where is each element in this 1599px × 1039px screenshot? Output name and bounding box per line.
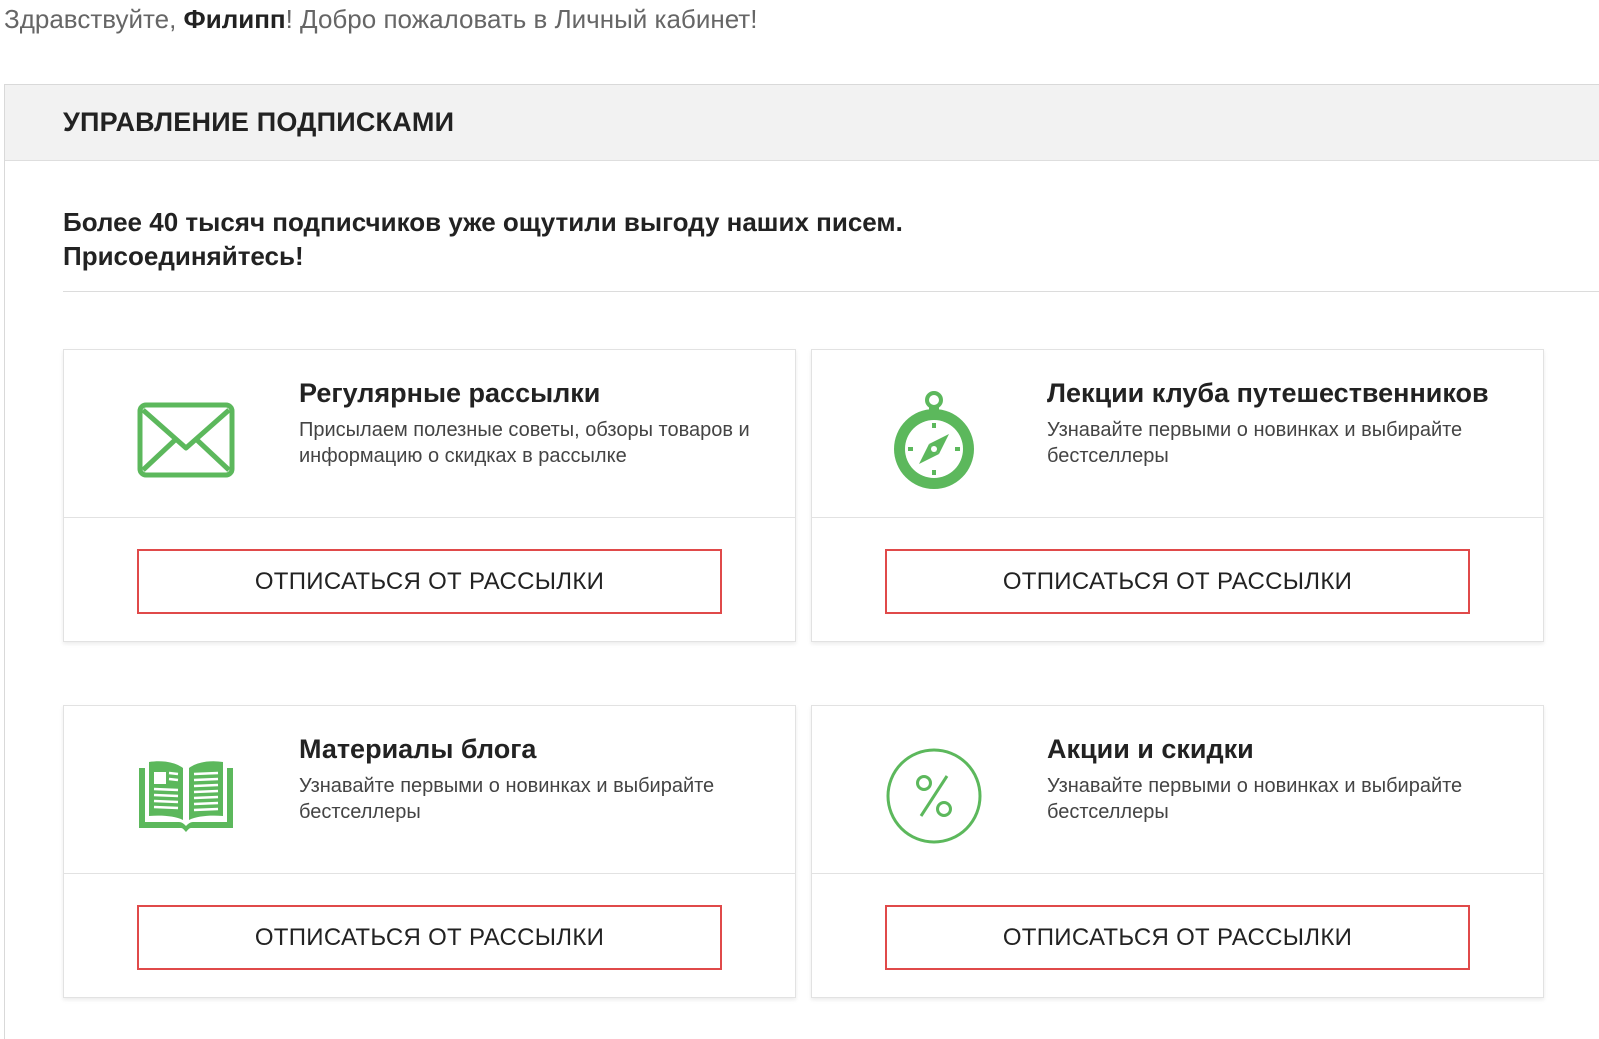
- percent-icon: [884, 746, 984, 846]
- greeting-prefix: Здравствуйте,: [4, 4, 184, 34]
- intro-line-2: Присоединяйтесь!: [63, 241, 304, 271]
- subscription-card-promotions: Акции и скидки Узнавайте первыми о новин…: [811, 705, 1544, 998]
- intro-text: Более 40 тысяч подписчиков уже ощутили в…: [63, 205, 1463, 273]
- card-top: Акции и скидки Узнавайте первыми о новин…: [812, 706, 1543, 874]
- intro-line-1: Более 40 тысяч подписчиков уже ощутили в…: [63, 207, 903, 237]
- panel-header: УПРАВЛЕНИЕ ПОДПИСКАМИ: [5, 85, 1599, 161]
- card-description: Узнавайте первыми о новинках и выбирайте…: [1047, 419, 1463, 467]
- unsubscribe-button[interactable]: ОТПИСАТЬСЯ ОТ РАССЫЛКИ: [137, 905, 722, 970]
- card-top: Регулярные рассылки Присылаем полезные с…: [64, 350, 795, 518]
- card-description: Узнавайте первыми о новинках и выбирайте…: [299, 775, 715, 823]
- divider: [63, 291, 1599, 292]
- unsubscribe-button[interactable]: ОТПИСАТЬСЯ ОТ РАССЫЛКИ: [885, 549, 1470, 614]
- card-title: Акции и скидки: [1047, 734, 1254, 764]
- unsubscribe-button[interactable]: ОТПИСАТЬСЯ ОТ РАССЫЛКИ: [137, 549, 722, 614]
- greeting-suffix: ! Добро пожаловать в Личный кабинет!: [285, 4, 758, 34]
- compass-icon: [884, 390, 984, 490]
- card-title: Лекции клуба путешественников: [1047, 378, 1489, 408]
- unsubscribe-button[interactable]: ОТПИСАТЬСЯ ОТ РАССЫЛКИ: [885, 905, 1470, 970]
- subscription-card-regular: Регулярные рассылки Присылаем полезные с…: [63, 349, 796, 642]
- card-title: Материалы блога: [299, 734, 537, 764]
- panel-title: УПРАВЛЕНИЕ ПОДПИСКАМИ: [63, 107, 455, 137]
- subscription-card-travel-lectures: Лекции клуба путешественников Узнавайте …: [811, 349, 1544, 642]
- card-text: Регулярные рассылки Присылаем полезные с…: [299, 380, 759, 469]
- user-name: Филипп: [183, 4, 286, 34]
- card-description: Присылаем полезные советы, обзоры товаро…: [299, 419, 750, 467]
- card-description: Узнавайте первыми о новинках и выбирайте…: [1047, 775, 1463, 823]
- card-text: Материалы блога Узнавайте первыми о нови…: [299, 736, 759, 825]
- card-top: Материалы блога Узнавайте первыми о нови…: [64, 706, 795, 874]
- card-text: Лекции клуба путешественников Узнавайте …: [1047, 380, 1507, 469]
- card-text: Акции и скидки Узнавайте первыми о новин…: [1047, 736, 1507, 825]
- subscription-card-blog: Материалы блога Узнавайте первыми о нови…: [63, 705, 796, 998]
- book-icon: [136, 746, 236, 846]
- card-top: Лекции клуба путешественников Узнавайте …: [812, 350, 1543, 518]
- envelope-icon: [136, 390, 236, 490]
- greeting: Здравствуйте, Филипп! Добро пожаловать в…: [4, 2, 757, 36]
- card-title: Регулярные рассылки: [299, 378, 601, 408]
- subscriptions-panel: УПРАВЛЕНИЕ ПОДПИСКАМИ Более 40 тысяч под…: [4, 84, 1599, 1039]
